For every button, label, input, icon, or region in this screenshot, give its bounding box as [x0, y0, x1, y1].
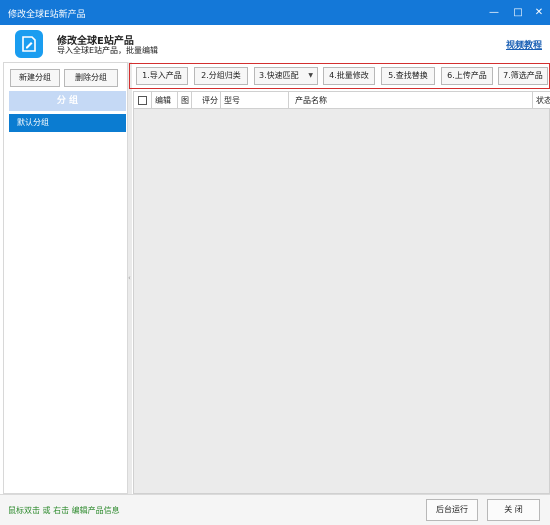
- filter-products-button[interactable]: 7.筛选产品: [498, 67, 548, 85]
- select-all-checkbox[interactable]: [138, 96, 147, 105]
- video-tutorial-link[interactable]: 视频教程: [506, 38, 542, 51]
- table-header: 编辑 图 评分 型号 产品名称 状态: [134, 92, 550, 109]
- new-group-button[interactable]: 新建分组: [10, 69, 60, 87]
- status-bar: 鼠标双击 或 右击 编辑产品信息 后台运行 关 闭: [0, 494, 550, 525]
- find-replace-button[interactable]: 5.查找替换: [381, 67, 435, 85]
- upload-products-button[interactable]: 6.上传产品: [441, 67, 493, 85]
- run-in-background-button[interactable]: 后台运行: [426, 499, 478, 521]
- group-item-default[interactable]: 默认分组: [9, 114, 126, 132]
- group-header: 分 组: [9, 91, 126, 111]
- edit-doc-icon: [15, 30, 43, 58]
- column-status[interactable]: 状态: [533, 92, 550, 109]
- app-header: 修改全球E站产品 导入全球E站产品，批量编辑 视频教程: [0, 25, 550, 62]
- title-bar: 修改全球E站新产品 — □ ✕: [0, 0, 550, 25]
- chevron-down-icon: ▼: [308, 72, 313, 79]
- hint-text: 鼠标双击 或 右击 编辑产品信息: [8, 506, 120, 515]
- maximize-icon[interactable]: □: [510, 5, 526, 21]
- quick-match-dropdown[interactable]: 3.快速匹配 ▼: [254, 67, 318, 85]
- column-image[interactable]: 图: [178, 92, 192, 109]
- select-all-column: [134, 92, 152, 109]
- column-rating[interactable]: 评分: [192, 92, 221, 109]
- page-subtitle: 导入全球E站产品，批量编辑: [57, 46, 159, 55]
- minimize-icon[interactable]: —: [486, 5, 502, 21]
- column-edit[interactable]: 编辑: [152, 92, 178, 109]
- product-table[interactable]: 编辑 图 评分 型号 产品名称 状态: [133, 91, 550, 494]
- close-button[interactable]: 关 闭: [487, 499, 540, 521]
- quick-match-label: 3.快速匹配: [259, 71, 299, 80]
- group-panel: 新建分组 删除分组 分 组 默认分组: [3, 62, 128, 494]
- group-classify-button[interactable]: 2.分组归类: [194, 67, 248, 85]
- splitter-grip-icon: ‹: [128, 274, 131, 282]
- window-title: 修改全球E站新产品: [8, 10, 86, 20]
- close-icon[interactable]: ✕: [531, 5, 547, 21]
- import-products-button[interactable]: 1.导入产品: [136, 67, 188, 85]
- batch-edit-button[interactable]: 4.批量修改: [323, 67, 375, 85]
- column-model[interactable]: 型号: [221, 92, 289, 109]
- delete-group-button[interactable]: 删除分组: [64, 69, 118, 87]
- column-product-name[interactable]: 产品名称: [289, 92, 533, 109]
